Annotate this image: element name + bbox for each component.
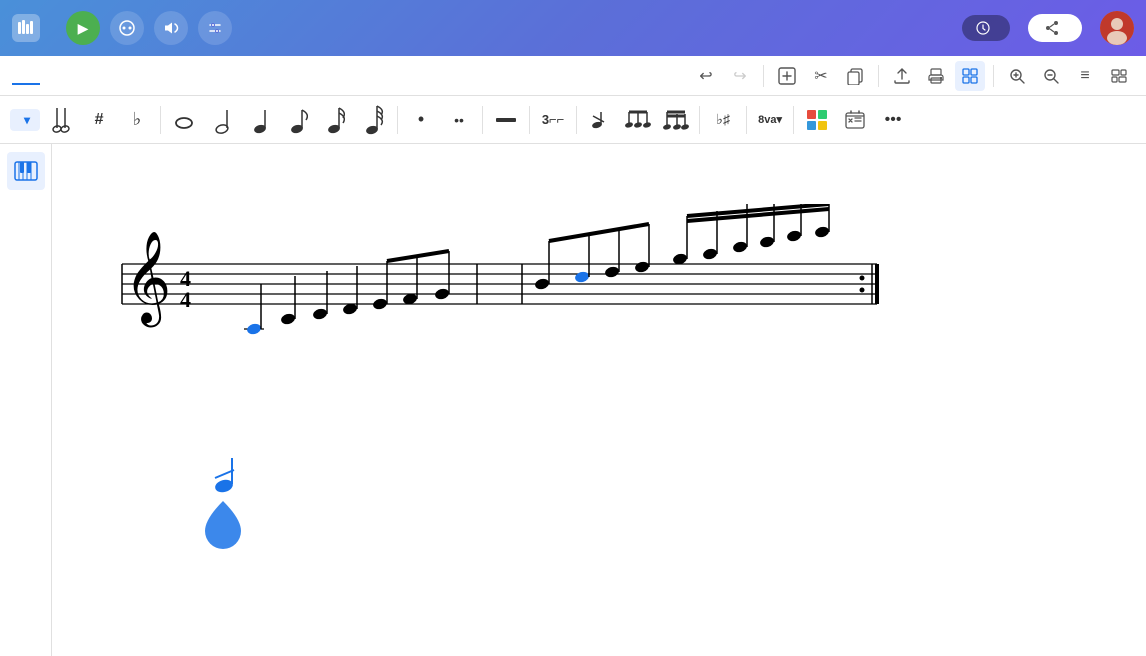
cut-button[interactable]: ✂ (806, 61, 836, 91)
add-measure-button[interactable] (772, 61, 802, 91)
notation-area: 𝄞 4 4 (92, 204, 1106, 364)
rest-button[interactable] (489, 103, 523, 137)
sidebar (0, 144, 52, 656)
header: ▶ (0, 0, 1146, 56)
tab-measure[interactable] (124, 67, 152, 85)
sixteenth-note-button[interactable] (319, 103, 353, 137)
more-note-options[interactable]: ••• (876, 103, 910, 137)
hamburger-menu[interactable]: ≡ (1070, 61, 1100, 91)
main-canvas: 𝄞 4 4 (52, 144, 1146, 656)
sound-button[interactable] (154, 11, 188, 45)
tab-text[interactable] (152, 67, 180, 85)
piano-sidebar-button[interactable] (7, 152, 45, 190)
share-button[interactable] (1028, 14, 1082, 42)
dotted-button[interactable]: • (404, 103, 438, 137)
voice-dropdown-arrow: ▾ (24, 113, 30, 127)
thirtysecond-note-button[interactable] (357, 103, 391, 137)
toolbar-actions: ↩ ↪ ✂ (691, 61, 1134, 91)
settings-button[interactable] (198, 11, 232, 45)
sharp-button[interactable]: # (82, 103, 116, 137)
svg-text:𝄞: 𝄞 (124, 232, 171, 327)
play-button[interactable]: ▶ (66, 11, 100, 45)
music-staff[interactable]: 𝄞 4 4 (92, 204, 882, 364)
voice-selector[interactable]: ▾ (10, 109, 40, 131)
quarter-note-button[interactable] (243, 103, 277, 137)
whole-note-button[interactable] (167, 103, 201, 137)
zoom-out-button[interactable] (1036, 61, 1066, 91)
color-button[interactable] (800, 103, 834, 137)
copy-button[interactable] (840, 61, 870, 91)
delete-button[interactable] (838, 103, 872, 137)
zoom-in-button[interactable] (1002, 61, 1032, 91)
undo-button[interactable]: ↩ (691, 61, 721, 91)
grace-note-button[interactable] (583, 103, 617, 137)
tuplet-button[interactable]: 3⌐⌐ (536, 103, 570, 137)
half-note-button[interactable] (205, 103, 239, 137)
tab-note[interactable] (12, 67, 40, 85)
double-beam-button[interactable] (659, 103, 693, 137)
drop-indicator (203, 499, 243, 554)
toolbar-tabs: ↩ ↪ ✂ (0, 56, 1146, 96)
flat-button[interactable]: ♭ (120, 103, 154, 137)
tab-ornament[interactable] (68, 67, 96, 85)
tab-articulation[interactable] (40, 67, 68, 85)
more-options[interactable] (1104, 61, 1134, 91)
note-toolbar: ▾ # ♭ (0, 96, 1146, 144)
save-status (962, 15, 1010, 41)
beam-button[interactable] (621, 103, 655, 137)
tab-dynamic[interactable] (96, 67, 124, 85)
eighth-note-button[interactable] (281, 103, 315, 137)
octave-button[interactable]: 8va▾ (753, 103, 787, 137)
loop-button[interactable] (110, 11, 144, 45)
view-button[interactable] (955, 61, 985, 91)
upload-button[interactable] (887, 61, 917, 91)
svg-text:4: 4 (180, 287, 191, 312)
redo-button[interactable]: ↪ (725, 61, 755, 91)
logo-icon (12, 14, 40, 42)
user-avatar[interactable] (1100, 11, 1134, 45)
print-button[interactable] (921, 61, 951, 91)
double-note-button[interactable] (44, 103, 78, 137)
double-dotted-button[interactable]: •• (442, 103, 476, 137)
app-logo (12, 14, 48, 42)
accidental-button[interactable]: ♭♯ (706, 103, 740, 137)
